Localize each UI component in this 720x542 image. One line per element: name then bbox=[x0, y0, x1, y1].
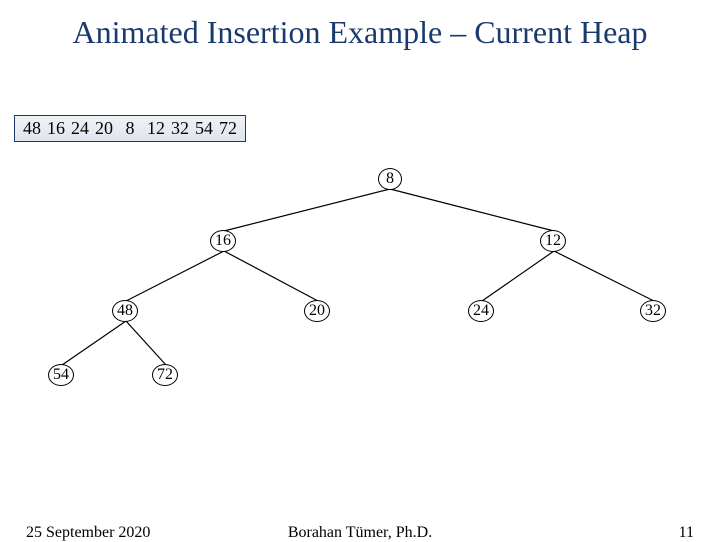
tree-edge bbox=[62, 321, 126, 365]
array-cell: 32 bbox=[169, 118, 191, 139]
tree-edges bbox=[0, 160, 720, 390]
tree-node: 16 bbox=[210, 230, 236, 252]
tree-node: 72 bbox=[152, 364, 178, 386]
array-cell: 8 bbox=[117, 118, 143, 139]
tree-edge bbox=[224, 189, 390, 231]
tree-node: 54 bbox=[48, 364, 74, 386]
tree-node: 48 bbox=[112, 300, 138, 322]
tree-node: 8 bbox=[378, 168, 402, 190]
array-cell: 72 bbox=[217, 118, 239, 139]
heap-tree: 8 16 12 48 20 24 32 54 72 bbox=[0, 160, 720, 390]
array-cell: 48 bbox=[21, 118, 43, 139]
tree-edge bbox=[390, 189, 554, 231]
array-cell: 20 bbox=[93, 118, 115, 139]
array-cell: 24 bbox=[69, 118, 91, 139]
array-cell: 54 bbox=[193, 118, 215, 139]
tree-node: 24 bbox=[468, 300, 494, 322]
tree-edge bbox=[126, 251, 224, 301]
tree-node: 12 bbox=[540, 230, 566, 252]
array-cell: 16 bbox=[45, 118, 67, 139]
heap-array-box: 48162420812325472 bbox=[14, 115, 246, 142]
tree-edge bbox=[224, 251, 318, 301]
tree-edge bbox=[126, 321, 166, 365]
footer-page-number: 11 bbox=[679, 524, 694, 542]
page-title: Animated Insertion Example – Current Hea… bbox=[0, 0, 720, 51]
tree-edge bbox=[554, 251, 654, 301]
tree-node: 32 bbox=[640, 300, 666, 322]
tree-edge bbox=[482, 251, 554, 301]
array-cell: 12 bbox=[145, 118, 167, 139]
tree-node: 20 bbox=[304, 300, 330, 322]
footer-author: Borahan Tümer, Ph.D. bbox=[0, 524, 720, 542]
